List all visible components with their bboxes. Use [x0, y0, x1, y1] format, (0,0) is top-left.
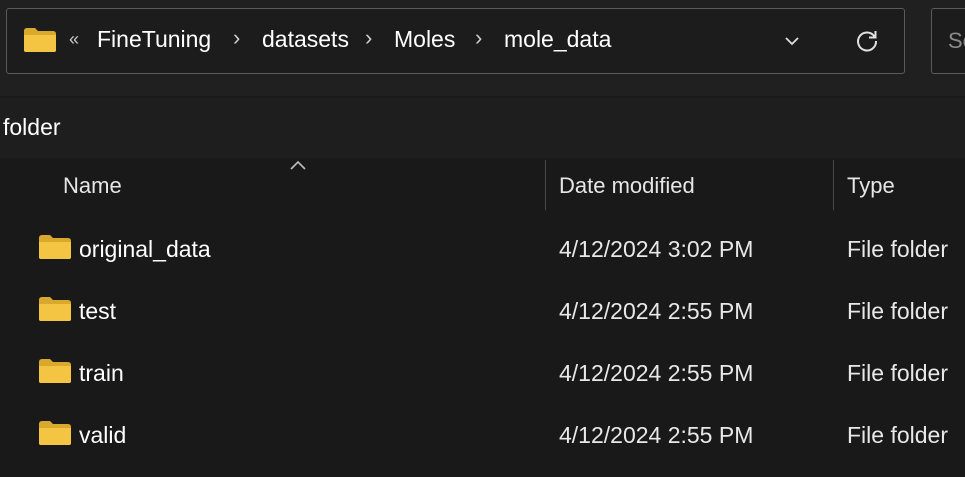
file-date-modified: 4/12/2024 2:55 PM	[559, 360, 754, 386]
breadcrumb-separator[interactable]: ›	[365, 25, 372, 51]
list-item[interactable]: original_data 4/12/2024 3:02 PM File fol…	[0, 218, 965, 280]
address-bar[interactable]: « FineTuning › datasets › Moles › mole_d…	[6, 8, 905, 74]
refresh-icon[interactable]	[854, 28, 880, 59]
breadcrumb-moles[interactable]: Moles	[394, 26, 455, 53]
search-input[interactable]: Se	[931, 8, 965, 74]
breadcrumb-datasets[interactable]: datasets	[262, 26, 349, 53]
breadcrumb-mole-data[interactable]: mole_data	[504, 26, 611, 53]
navigation-bar: « FineTuning › datasets › Moles › mole_d…	[0, 0, 965, 96]
list-item[interactable]: valid 4/12/2024 2:55 PM File folder	[0, 404, 965, 466]
folder-icon	[23, 27, 57, 58]
chevron-down-icon[interactable]	[782, 31, 802, 56]
file-name: valid	[79, 422, 127, 448]
column-header-name[interactable]: Name	[63, 173, 122, 199]
column-divider[interactable]	[545, 160, 546, 210]
file-type: File folder	[847, 236, 948, 262]
file-date-modified: 4/12/2024 2:55 PM	[559, 298, 754, 324]
file-list: Name Date modified Type original_data 4/…	[0, 158, 965, 477]
folder-icon	[38, 358, 72, 389]
sort-up-icon	[289, 158, 307, 176]
folder-icon	[38, 234, 72, 265]
file-name: train	[79, 360, 124, 386]
type-ahead-text: folder	[3, 114, 61, 140]
folder-icon	[38, 420, 72, 451]
file-type: File folder	[847, 298, 948, 324]
list-item[interactable]: test 4/12/2024 2:55 PM File folder	[0, 280, 965, 342]
file-date-modified: 4/12/2024 2:55 PM	[559, 422, 754, 448]
column-header-date-modified[interactable]: Date modified	[559, 173, 695, 199]
breadcrumb-finetuning[interactable]: FineTuning	[97, 26, 211, 53]
column-divider[interactable]	[833, 160, 834, 210]
file-date-modified: 4/12/2024 3:02 PM	[559, 236, 754, 262]
folder-icon	[38, 296, 72, 327]
column-header-type[interactable]: Type	[847, 173, 895, 199]
list-item[interactable]: train 4/12/2024 2:55 PM File folder	[0, 342, 965, 404]
file-type: File folder	[847, 422, 948, 448]
search-placeholder: Se	[948, 28, 965, 53]
file-name: test	[79, 298, 117, 324]
overflow-chevrons-button[interactable]: «	[69, 29, 79, 50]
type-ahead-row: folder	[0, 98, 965, 158]
breadcrumb-separator[interactable]: ›	[475, 25, 482, 51]
breadcrumb-separator[interactable]: ›	[233, 25, 240, 51]
file-type: File folder	[847, 360, 948, 386]
file-name: original_data	[79, 236, 211, 262]
